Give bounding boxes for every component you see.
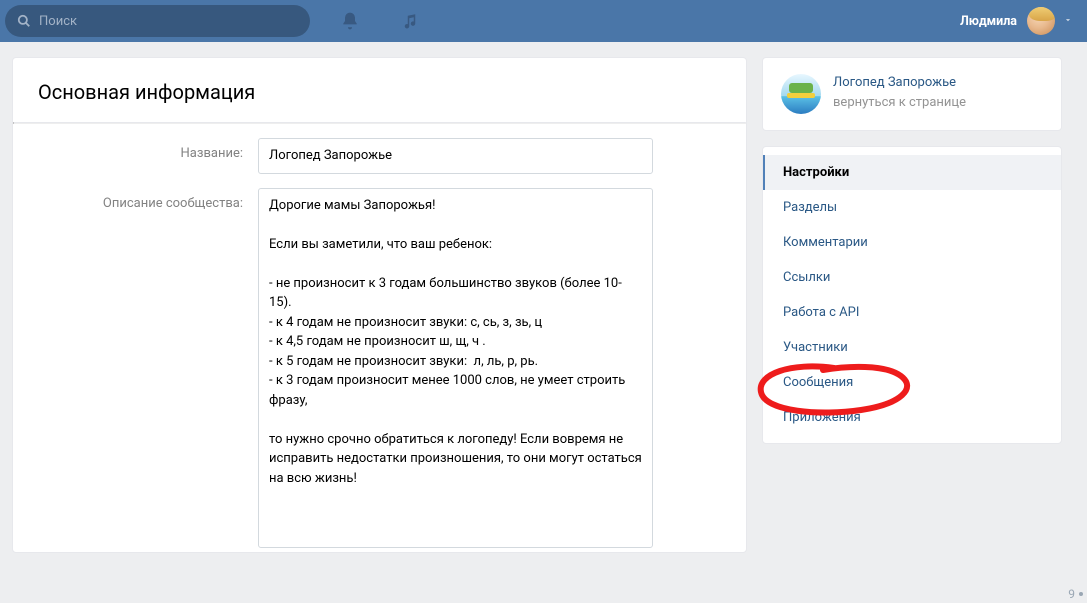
bell-icon (340, 11, 360, 31)
topbar: Поиск Людмила (0, 0, 1087, 42)
menu-item-comments[interactable]: Комментарии (763, 225, 1061, 260)
user-name: Людмила (960, 14, 1017, 29)
row-description: Описание сообщества: (13, 174, 746, 552)
menu-item-messages[interactable]: Сообщения (763, 365, 1061, 400)
group-card[interactable]: Логопед Запорожье вернуться к странице (762, 57, 1062, 131)
sidebar: Логопед Запорожье вернуться к странице Н… (762, 57, 1062, 553)
chevron-down-icon (1063, 14, 1073, 29)
menu-item-api[interactable]: Работа с API (763, 295, 1061, 330)
menu-item-settings[interactable]: Настройки (763, 155, 1061, 190)
music-icon (401, 12, 419, 30)
page-title: Основная информация (13, 58, 746, 122)
menu-item-members[interactable]: Участники (763, 330, 1061, 365)
corner-notifications[interactable]: 9 (1068, 587, 1083, 601)
name-field[interactable] (258, 138, 653, 174)
label-description: Описание сообщества: (13, 188, 258, 552)
avatar (1027, 7, 1055, 35)
group-title: Логопед Запорожье (833, 74, 966, 92)
search-placeholder: Поиск (39, 14, 77, 29)
group-return-link[interactable]: вернуться к странице (833, 94, 966, 112)
menu-item-sections[interactable]: Разделы (763, 190, 1061, 225)
search-icon (17, 14, 31, 28)
corner-dot-icon (1079, 592, 1083, 596)
description-field[interactable] (258, 188, 653, 548)
main-panel: Основная информация Название: Описание с… (12, 57, 747, 553)
settings-menu: Настройки Разделы Комментарии Ссылки Раб… (762, 146, 1062, 444)
music-button[interactable] (390, 0, 430, 42)
menu-item-apps[interactable]: Приложения (763, 400, 1061, 435)
notifications-button[interactable] (330, 0, 370, 42)
menu-item-links[interactable]: Ссылки (763, 260, 1061, 295)
search-input[interactable]: Поиск (5, 5, 310, 37)
corner-count: 9 (1068, 587, 1075, 601)
content: Основная информация Название: Описание с… (0, 42, 1087, 553)
row-name: Название: (13, 124, 746, 174)
user-menu[interactable]: Людмила (960, 0, 1073, 42)
group-logo (781, 74, 821, 114)
label-name: Название: (13, 138, 258, 174)
